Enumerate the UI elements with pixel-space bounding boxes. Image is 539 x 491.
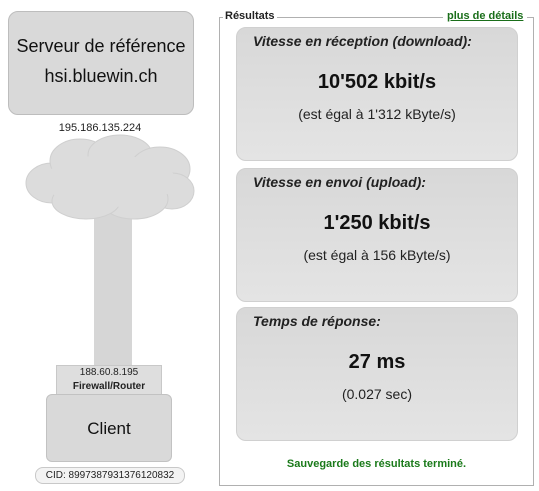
router-ip-address: 188.60.8.195: [79, 367, 139, 378]
client-id-badge: CID: 8997387931376120832: [35, 467, 185, 484]
download-equivalent: (est égal à 1'312 kByte/s): [298, 106, 456, 122]
download-title: Vitesse en réception (download):: [253, 33, 472, 49]
upload-speed-card: Vitesse en envoi (upload): 1'250 kbit/s …: [236, 168, 518, 302]
response-seconds: (0.027 sec): [341, 386, 413, 402]
download-value: 10'502 kbit/s: [317, 71, 437, 93]
response-value: 27 ms: [348, 351, 406, 373]
internet-cloud-icon: [25, 134, 195, 220]
download-speed-card: Vitesse en réception (download): 10'502 …: [236, 27, 518, 161]
upload-equivalent: (est égal à 156 kByte/s): [303, 247, 451, 263]
upload-title: Vitesse en envoi (upload):: [253, 174, 426, 190]
response-title: Temps de réponse:: [253, 313, 381, 329]
server-title: Serveur de référence: [16, 36, 186, 56]
client-label: Client: [87, 419, 131, 438]
firewall-router-box: 188.60.8.195 Firewall/Router: [56, 365, 162, 395]
response-time-card: Temps de réponse: 27 ms (0.027 sec): [236, 307, 518, 441]
more-details-link[interactable]: plus de détails: [443, 10, 528, 22]
router-label: Firewall/Router: [72, 381, 146, 392]
server-hostname: hsi.bluewin.ch: [44, 66, 158, 86]
save-status-message: Sauvegarde des résultats terminé.: [286, 458, 467, 470]
results-legend: Résultats: [223, 10, 277, 22]
upload-value: 1'250 kbit/s: [323, 212, 431, 234]
client-box: Client: [46, 394, 172, 462]
reference-server-box: Serveur de référence hsi.bluewin.ch: [8, 11, 194, 115]
